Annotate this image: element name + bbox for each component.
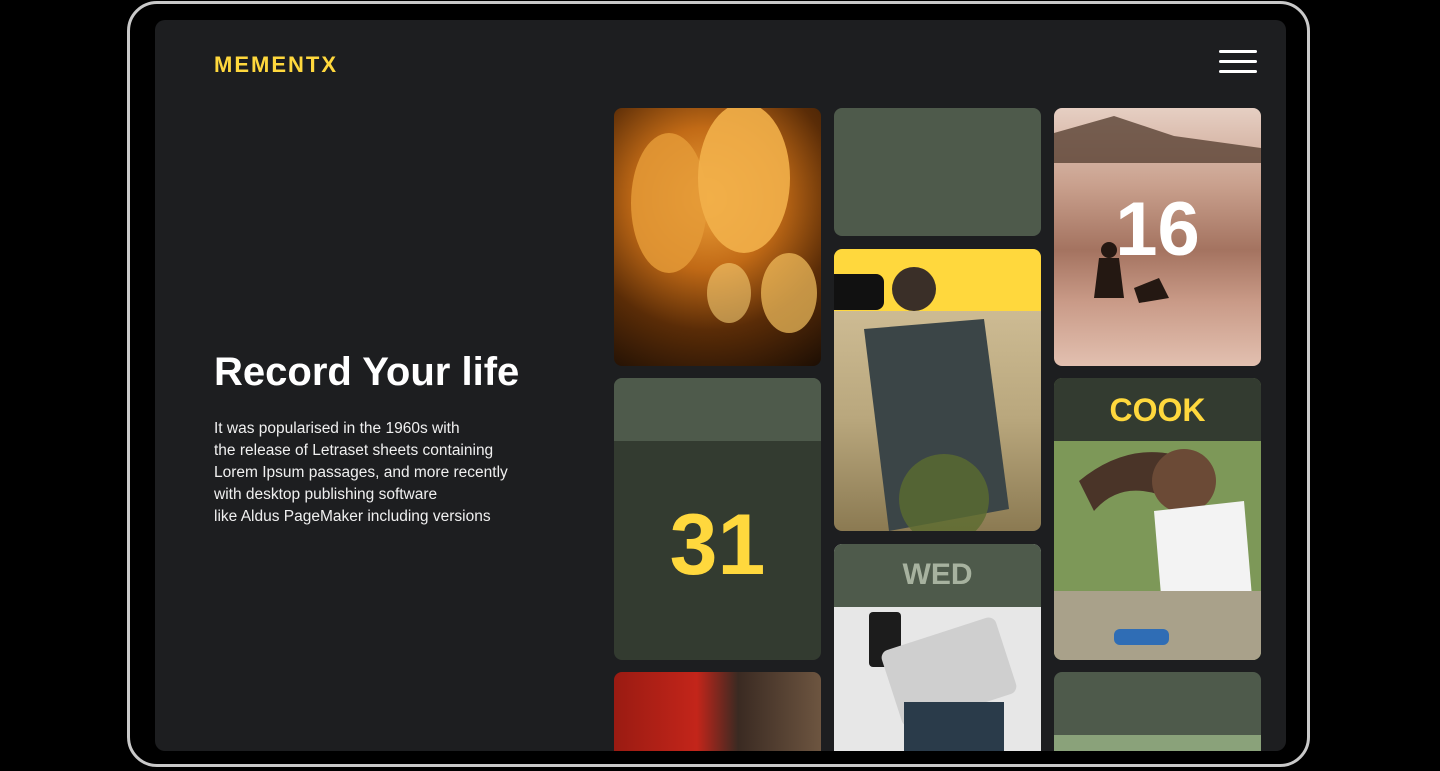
hamburger-menu-icon[interactable] (1219, 50, 1257, 76)
hero-line: It was popularised in the 1960s with (214, 420, 460, 437)
activity-label: COOK (1109, 392, 1206, 428)
hero-title: Record Your life (214, 350, 520, 394)
activity-tile[interactable]: COOK (1054, 378, 1261, 660)
app-screen: MEMENTX Record Your life It was populari… (155, 20, 1286, 751)
hero-line: Lorem Ipsum passages, and more recently (214, 464, 508, 481)
lantern-illustration (631, 108, 817, 333)
brand-logo[interactable]: MEMENTX (214, 52, 338, 78)
weekday-label: WED (902, 558, 973, 591)
date-tile-31[interactable]: 31 (614, 378, 821, 660)
child-illustration (1054, 441, 1261, 660)
date-number: 31 (669, 497, 766, 593)
green-tile-bottom[interactable] (1054, 672, 1261, 751)
hero-description: It was popularised in the 1960s with the… (214, 418, 544, 528)
desk-illustration (869, 612, 1017, 751)
beach-photo-16[interactable]: 16 (1054, 108, 1261, 366)
hero-line: the release of Letraset sheets containin… (214, 442, 494, 459)
restaurant-photo[interactable] (614, 672, 821, 751)
tile-header (614, 378, 821, 441)
photographer-illustration (834, 267, 1009, 531)
hero-line: like Aldus PageMaker including versions (214, 508, 491, 525)
tile-stripe (1054, 735, 1261, 751)
weekday-tile[interactable]: WED (834, 544, 1041, 751)
hero-line: with desktop publishing software (214, 486, 438, 503)
day-number: 16 (1115, 187, 1200, 272)
photographer-photo[interactable] (834, 249, 1041, 531)
green-tile[interactable] (834, 108, 1041, 236)
lanterns-photo[interactable] (614, 108, 821, 366)
